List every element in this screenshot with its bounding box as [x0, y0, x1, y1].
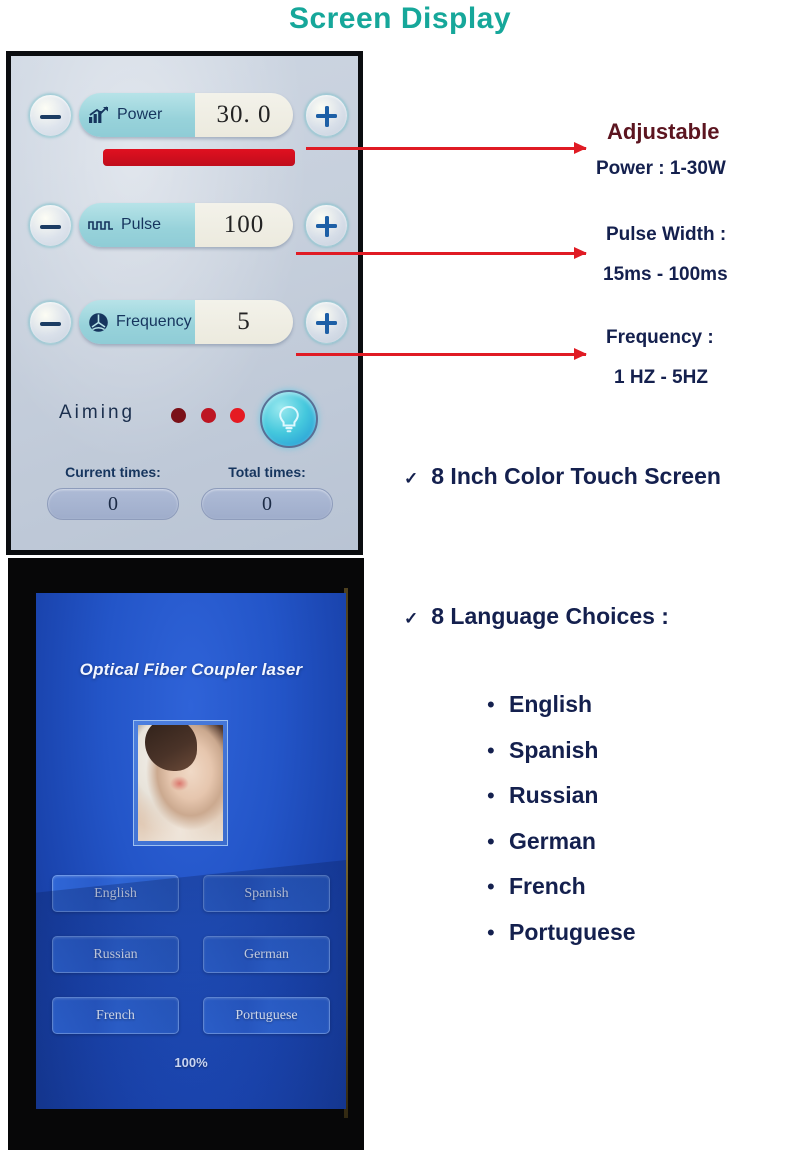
check-icon: ✓ — [404, 469, 419, 488]
bullet-icon: • — [487, 737, 495, 763]
current-times-label: Current times: — [65, 464, 161, 480]
callout-arrow-power — [306, 142, 587, 154]
top-device-frame: Power 30. 0 Pulse 100 Frequency 5 Aiming… — [6, 51, 363, 555]
frequency-minus-button[interactable] — [29, 301, 72, 344]
feature-touch-screen: ✓ 8 Inch Color Touch Screen — [404, 463, 721, 490]
pulse-label-group: Pulse — [79, 203, 195, 247]
aiming-light-button[interactable] — [260, 390, 318, 448]
pulse-control-row: Pulse 100 — [11, 197, 358, 253]
list-item: • English — [487, 691, 787, 737]
power-control-row: Power 30. 0 — [11, 87, 358, 143]
bullet-icon: • — [487, 783, 495, 808]
list-item: • German — [487, 828, 787, 874]
boot-screen-title: Optical Fiber Coupler laser — [79, 660, 303, 679]
bullet-icon: • — [487, 919, 495, 945]
bullet-icon: • — [487, 828, 495, 854]
language-button-grid: English Spanish Russian German French Po… — [52, 875, 330, 1034]
power-plus-button[interactable] — [305, 94, 348, 137]
current-times-value: 0 — [47, 488, 179, 520]
callout-arrow-frequency — [296, 348, 587, 360]
bottom-device-frame: Optical Fiber Coupler laser English Span… — [8, 558, 364, 1150]
power-label: Power — [117, 106, 163, 123]
check-icon: ✓ — [404, 609, 419, 628]
language-button-french[interactable]: French — [52, 997, 179, 1034]
language-button-russian[interactable]: Russian — [52, 936, 179, 973]
language-button-german[interactable]: German — [203, 936, 330, 973]
language-name: Portuguese — [509, 918, 636, 945]
list-item: • Portuguese — [487, 919, 787, 965]
power-field[interactable]: Power 30. 0 — [79, 93, 293, 137]
language-name: Russian — [509, 782, 599, 808]
frequency-value: 5 — [195, 300, 293, 344]
frequency-control-row: Frequency 5 — [11, 294, 358, 350]
language-button-english[interactable]: English — [52, 875, 179, 912]
bar-chart-up-icon — [88, 106, 110, 124]
pulse-label: Pulse — [121, 216, 162, 233]
boot-screen: Optical Fiber Coupler laser English Span… — [36, 593, 346, 1109]
language-name: English — [509, 691, 593, 717]
language-button-portuguese[interactable]: Portuguese — [203, 997, 330, 1034]
language-button-spanish[interactable]: Spanish — [203, 875, 330, 912]
frequency-fan-icon — [88, 312, 109, 333]
callout-arrow-pulse — [296, 247, 587, 259]
power-minus-button[interactable] — [29, 94, 72, 137]
pulse-minus-button[interactable] — [29, 204, 72, 247]
pulse-value: 100 — [195, 203, 293, 247]
power-progress-track[interactable] — [103, 149, 295, 166]
power-progress-fill — [103, 149, 295, 166]
frequency-plus-button[interactable] — [305, 301, 348, 344]
feature-language-choices: ✓ 8 Language Choices : — [404, 603, 669, 630]
frequency-field[interactable]: Frequency 5 — [79, 300, 293, 344]
language-name: German — [509, 827, 596, 854]
annotation-adjustable-heading: Adjustable — [607, 119, 720, 144]
list-item: • Russian — [487, 782, 787, 828]
total-times-counter: Total times: 0 — [201, 464, 333, 520]
square-wave-icon — [88, 218, 114, 232]
total-times-label: Total times: — [228, 464, 306, 480]
language-name: Spanish — [509, 736, 599, 763]
annotation-pulse-range: 15ms - 100ms — [603, 264, 728, 285]
aiming-indicator-dot-1 — [171, 408, 186, 423]
annotation-frequency-range: 1 HZ - 5HZ — [614, 367, 708, 388]
portrait-image — [138, 725, 223, 841]
bullet-icon: • — [487, 692, 495, 717]
aiming-indicator-dot-3 — [230, 408, 245, 423]
aiming-label: Aiming — [59, 402, 136, 423]
pulse-field[interactable]: Pulse 100 — [79, 203, 293, 247]
list-item: • Spanish — [487, 737, 787, 783]
feature-language-choices-label: 8 Language Choices : — [431, 603, 669, 629]
total-times-value: 0 — [201, 488, 333, 520]
aiming-indicator-dot-2 — [201, 408, 216, 423]
annotation-power-range: Power : 1-30W — [596, 158, 726, 179]
page-title: Screen Display — [288, 2, 512, 35]
boot-progress-label: 100% — [174, 1055, 208, 1070]
current-times-counter: Current times: 0 — [47, 464, 179, 520]
annotation-pulse-title: Pulse Width : — [606, 224, 727, 245]
power-label-group: Power — [79, 93, 195, 137]
feature-touch-screen-label: 8 Inch Color Touch Screen — [431, 463, 721, 489]
aiming-row: Aiming — [11, 386, 358, 448]
power-value: 30. 0 — [195, 93, 293, 137]
language-name: French — [509, 873, 586, 899]
frequency-label: Frequency — [116, 313, 192, 330]
frequency-label-group: Frequency — [79, 300, 195, 344]
bullet-icon: • — [487, 874, 495, 899]
pulse-plus-button[interactable] — [305, 204, 348, 247]
language-list: • English • Spanish • Russian • German •… — [487, 691, 787, 964]
boot-screen-photo — [133, 720, 228, 846]
light-bulb-icon — [276, 404, 302, 434]
control-screen: Power 30. 0 Pulse 100 Frequency 5 Aiming… — [11, 56, 358, 550]
annotation-frequency-title: Frequency : — [606, 327, 714, 348]
list-item: • French — [487, 873, 787, 919]
